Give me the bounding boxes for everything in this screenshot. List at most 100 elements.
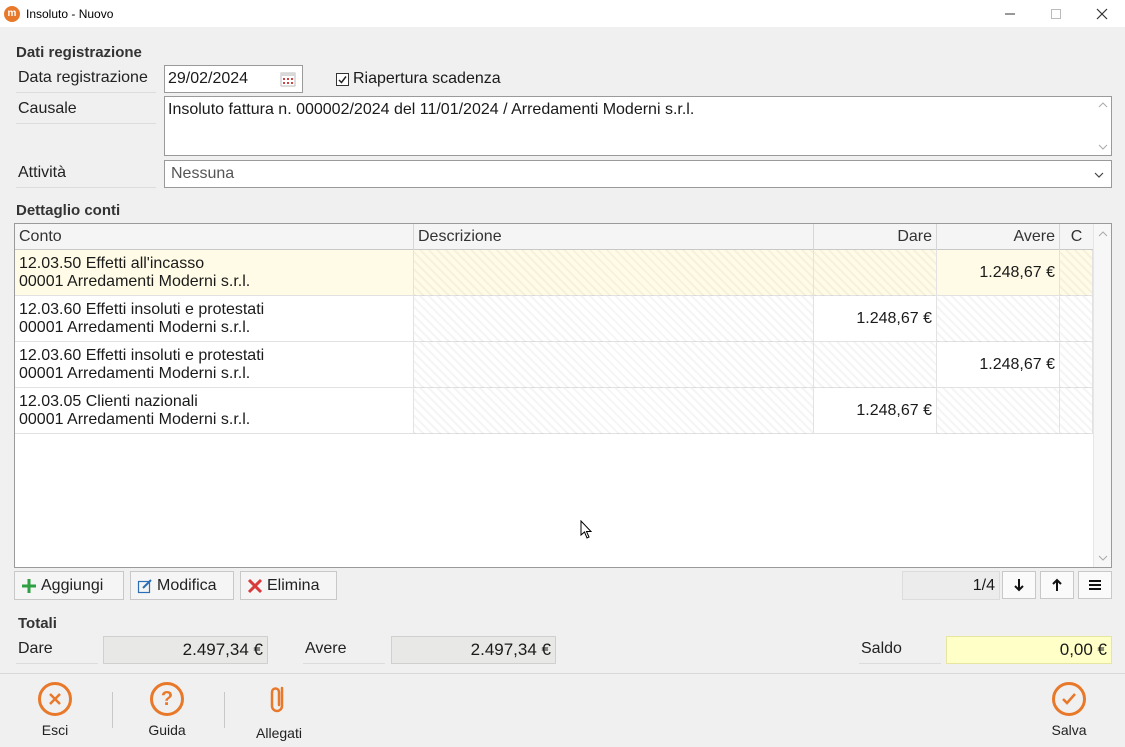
aggiungi-label: Aggiungi bbox=[41, 576, 104, 594]
footer-bar: Esci ? Guida Allegati Salva bbox=[0, 673, 1125, 747]
cell-dare: 1.248,67 € bbox=[814, 388, 937, 434]
totale-avere-label: Avere bbox=[303, 640, 385, 664]
close-icon bbox=[1096, 8, 1108, 19]
cell-c bbox=[1060, 388, 1093, 434]
footer-separator bbox=[112, 692, 113, 728]
table-row[interactable]: 12.03.50 Effetti all'incasso 00001 Arred… bbox=[15, 250, 1093, 296]
cell-conto: 12.03.05 Clienti nazionali 00001 Arredam… bbox=[15, 388, 414, 434]
cell-descrizione bbox=[414, 296, 814, 342]
cell-c bbox=[1060, 296, 1093, 342]
salva-button[interactable]: Salva bbox=[1029, 682, 1109, 742]
move-up-button[interactable] bbox=[1040, 571, 1074, 599]
modifica-button[interactable]: Modifica bbox=[130, 571, 234, 600]
column-header-dare[interactable]: Dare bbox=[814, 224, 937, 250]
scroll-arrows-icon bbox=[1098, 102, 1108, 150]
close-circle-icon bbox=[38, 682, 72, 716]
checkmark-icon bbox=[338, 75, 347, 84]
minimize-button[interactable] bbox=[987, 0, 1033, 27]
minimize-icon bbox=[1005, 13, 1015, 14]
column-header-c[interactable]: C bbox=[1060, 224, 1093, 250]
maximize-button[interactable] bbox=[1033, 0, 1079, 27]
cell-descrizione bbox=[414, 342, 814, 388]
totale-avere-value: 2.497,34 € bbox=[391, 636, 556, 664]
cell-dare bbox=[814, 342, 937, 388]
section-title-registrazione: Dati registrazione bbox=[16, 44, 142, 61]
menu-button[interactable] bbox=[1078, 571, 1112, 599]
cell-conto: 12.03.60 Effetti insoluti e protestati 0… bbox=[15, 296, 414, 342]
cell-avere: 1.248,67 € bbox=[937, 342, 1060, 388]
column-header-avere[interactable]: Avere bbox=[937, 224, 1060, 250]
conto-sub: 00001 Arredamenti Moderni s.r.l. bbox=[19, 365, 251, 382]
attivita-select[interactable]: Nessuna bbox=[164, 160, 1112, 188]
conto-sub: 00001 Arredamenti Moderni s.r.l. bbox=[19, 273, 251, 290]
elimina-button[interactable]: Elimina bbox=[240, 571, 337, 600]
data-registrazione-field[interactable]: 29/02/2024 bbox=[164, 65, 303, 93]
allegati-label: Allegati bbox=[256, 725, 302, 741]
hamburger-menu-icon bbox=[1089, 580, 1101, 590]
table-row[interactable]: 12.03.60 Effetti insoluti e protestati 0… bbox=[15, 296, 1093, 342]
esci-button[interactable]: Esci bbox=[15, 682, 95, 742]
conto-sub: 00001 Arredamenti Moderni s.r.l. bbox=[19, 319, 251, 336]
paperclip-icon bbox=[270, 686, 284, 713]
cell-c bbox=[1060, 342, 1093, 388]
grid-scrollbar[interactable] bbox=[1093, 224, 1111, 567]
column-header-conto[interactable]: Conto bbox=[15, 224, 414, 250]
causale-textarea[interactable]: Insoluto fattura n. 000002/2024 del 11/0… bbox=[164, 96, 1112, 156]
mouse-cursor-icon bbox=[580, 520, 593, 539]
maximize-icon bbox=[1051, 8, 1061, 19]
help-icon: ? bbox=[150, 682, 184, 716]
calendar-icon[interactable] bbox=[280, 71, 296, 87]
cell-descrizione bbox=[414, 388, 814, 434]
allegati-button[interactable]: Allegati bbox=[239, 682, 319, 742]
saldo-value: 0,00 € bbox=[946, 636, 1112, 664]
arrow-down-icon bbox=[1014, 579, 1024, 592]
grid-header: Conto Descrizione Dare Avere C bbox=[15, 224, 1093, 250]
causale-value: Insoluto fattura n. 000002/2024 del 11/0… bbox=[168, 101, 695, 118]
conto-name: 12.03.05 Clienti nazionali bbox=[19, 393, 198, 410]
cell-dare: 1.248,67 € bbox=[814, 296, 937, 342]
delete-x-icon bbox=[247, 578, 263, 593]
conto-name: 12.03.60 Effetti insoluti e protestati bbox=[19, 301, 265, 318]
edit-icon bbox=[137, 578, 152, 593]
elimina-label: Elimina bbox=[267, 576, 320, 594]
footer-separator bbox=[224, 692, 225, 728]
conto-name: 12.03.60 Effetti insoluti e protestati bbox=[19, 347, 265, 364]
cell-descrizione bbox=[414, 250, 814, 296]
chevron-down-icon bbox=[1094, 172, 1104, 178]
title-bar: m Insoluto - Nuovo bbox=[0, 0, 1125, 27]
column-header-descrizione[interactable]: Descrizione bbox=[414, 224, 814, 250]
guida-button[interactable]: ? Guida bbox=[127, 682, 207, 742]
move-down-button[interactable] bbox=[1002, 571, 1036, 599]
conto-name: 12.03.50 Effetti all'incasso bbox=[19, 255, 205, 272]
cell-avere bbox=[937, 296, 1060, 342]
saldo-label: Saldo bbox=[859, 640, 941, 664]
app-logo-icon: m bbox=[4, 5, 20, 22]
window-title: Insoluto - Nuovo bbox=[26, 6, 114, 21]
causale-label: Causale bbox=[16, 100, 156, 124]
cell-avere bbox=[937, 388, 1060, 434]
plus-icon bbox=[22, 578, 36, 593]
salva-label: Salva bbox=[1051, 722, 1087, 738]
cell-avere: 1.248,67 € bbox=[937, 250, 1060, 296]
conto-sub: 00001 Arredamenti Moderni s.r.l. bbox=[19, 411, 251, 428]
pager-indicator: 1/4 bbox=[902, 571, 1000, 600]
close-button[interactable] bbox=[1079, 0, 1125, 27]
cell-conto: 12.03.60 Effetti insoluti e protestati 0… bbox=[15, 342, 414, 388]
totale-dare-value: 2.497,34 € bbox=[103, 636, 268, 664]
section-title-dettaglio: Dettaglio conti bbox=[16, 202, 121, 219]
riapertura-label: Riapertura scadenza bbox=[353, 70, 501, 87]
causale-scrollbar[interactable] bbox=[1095, 97, 1111, 155]
arrow-up-icon bbox=[1052, 578, 1062, 591]
cell-conto: 12.03.50 Effetti all'incasso 00001 Arred… bbox=[15, 250, 414, 296]
data-registrazione-value: 29/02/2024 bbox=[168, 70, 249, 87]
table-row[interactable]: 12.03.60 Effetti insoluti e protestati 0… bbox=[15, 342, 1093, 388]
checkmark-circle-icon bbox=[1052, 682, 1086, 716]
riapertura-checkbox-row[interactable]: Riapertura scadenza bbox=[336, 70, 501, 88]
cell-dare bbox=[814, 250, 937, 296]
conti-grid[interactable]: Conto Descrizione Dare Avere C 12.03.50 … bbox=[14, 223, 1112, 568]
esci-label: Esci bbox=[41, 722, 69, 738]
table-row[interactable]: 12.03.05 Clienti nazionali 00001 Arredam… bbox=[15, 388, 1093, 434]
guida-label: Guida bbox=[148, 722, 186, 738]
riapertura-checkbox[interactable] bbox=[336, 72, 349, 86]
aggiungi-button[interactable]: Aggiungi bbox=[14, 571, 124, 600]
